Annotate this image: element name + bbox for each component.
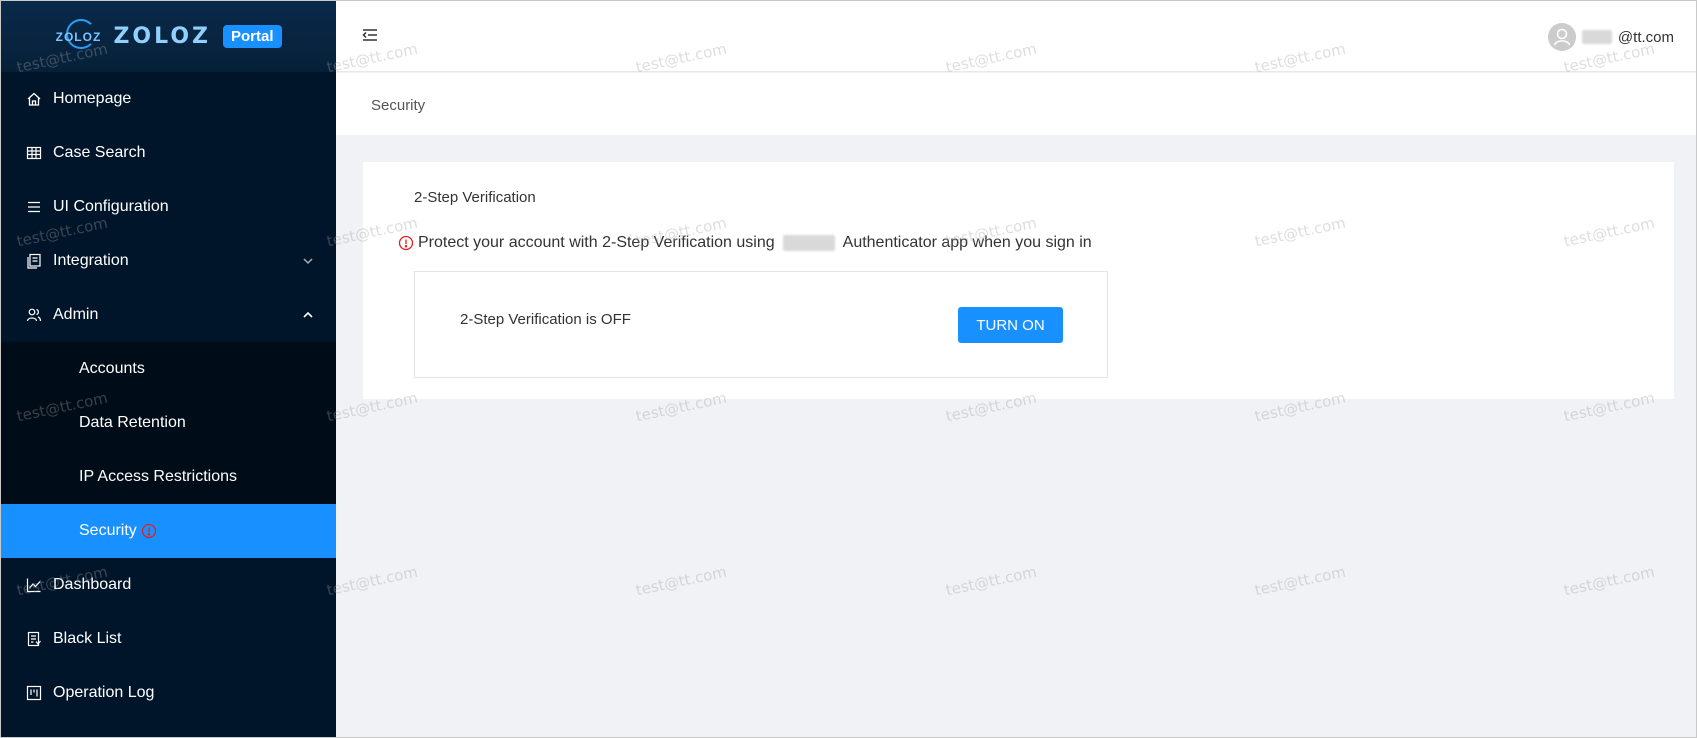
- sidebar-item-homepage[interactable]: Homepage: [1, 72, 336, 126]
- sidebar-nav-lower: Dashboard Black List Operation Log: [1, 558, 336, 720]
- audit-icon: [25, 630, 43, 648]
- verification-status-box: 2-Step Verification is OFF TURN ON: [414, 271, 1108, 378]
- logo-bar: ZOLOZ ZOLOZ Portal: [1, 1, 336, 72]
- description-text-start: Protect your account with 2-Step Verific…: [418, 234, 775, 251]
- sidebar-item-label: Data Retention: [79, 414, 186, 431]
- sidebar-item-admin[interactable]: Admin: [1, 288, 336, 342]
- card-description: Protect your account with 2-Step Verific…: [398, 234, 1092, 252]
- warning-icon: [141, 523, 157, 539]
- sidebar-item-label: Homepage: [53, 90, 132, 107]
- sidebar-item-label: Black List: [53, 630, 122, 647]
- watermark: test@tt.com: [325, 562, 420, 600]
- line-chart-icon: [25, 576, 43, 594]
- user-menu[interactable]: @tt.com: [1547, 23, 1674, 51]
- list-icon: [25, 198, 43, 216]
- sidebar-item-black-list[interactable]: Black List: [1, 612, 336, 666]
- chevron-down-icon[interactable]: [302, 255, 314, 267]
- avatar: [1547, 23, 1576, 51]
- document-icon: [25, 252, 43, 270]
- user-email: @tt.com: [1617, 28, 1674, 46]
- sidebar-item-label: Case Search: [53, 144, 146, 161]
- sidebar-item-label: Operation Log: [53, 684, 155, 701]
- description-text-end: Authenticator app when you sign in: [842, 234, 1092, 251]
- user-group-icon: [25, 306, 43, 324]
- breadcrumb: Security: [371, 97, 426, 114]
- sidebar-item-label: Admin: [53, 306, 99, 323]
- sidebar-item-label: Integration: [53, 252, 129, 269]
- redacted-app-name: [782, 235, 835, 251]
- sidebar-item-operation-log[interactable]: Operation Log: [1, 666, 336, 720]
- status-text: 2-Step Verification is OFF: [460, 311, 631, 328]
- redacted-username: [1581, 30, 1612, 44]
- watermark: test@tt.com: [634, 562, 729, 600]
- security-card: 2-Step Verification Protect your account…: [363, 162, 1674, 399]
- chevron-up-icon[interactable]: [302, 309, 314, 321]
- sidebar-item-security[interactable]: Security: [1, 504, 336, 558]
- portal-badge: Portal: [223, 25, 282, 48]
- logo-text: ZOLOZ: [113, 24, 212, 49]
- table-icon: [25, 144, 43, 162]
- admin-submenu: Accounts Data Retention IP Access Restri…: [1, 342, 336, 558]
- sidebar-item-accounts[interactable]: Accounts: [1, 342, 336, 396]
- sidebar: ZOLOZ ZOLOZ Portal Homepage Case Search: [1, 1, 336, 737]
- sidebar-item-label: IP Access Restrictions: [79, 468, 237, 485]
- warning-icon: [398, 235, 414, 251]
- sidebar-item-dashboard[interactable]: Dashboard: [1, 558, 336, 612]
- app-window: ZOLOZ ZOLOZ Portal Homepage Case Search: [0, 0, 1697, 738]
- project-icon: [25, 684, 43, 702]
- sidebar-item-data-retention[interactable]: Data Retention: [1, 396, 336, 450]
- top-header: @tt.com: [336, 1, 1696, 72]
- watermark: test@tt.com: [944, 562, 1039, 600]
- sidebar-item-label: Security: [79, 522, 137, 539]
- home-icon: [25, 90, 43, 108]
- sidebar-item-label: UI Configuration: [53, 198, 169, 215]
- zoloz-logo-icon: ZOLOZ: [55, 17, 101, 57]
- sidebar-item-label: Dashboard: [53, 576, 132, 593]
- watermark: test@tt.com: [1253, 562, 1348, 600]
- turn-on-button[interactable]: TURN ON: [958, 307, 1063, 343]
- sidebar-nav: Homepage Case Search UI Configuration In…: [1, 72, 336, 342]
- sidebar-item-case-search[interactable]: Case Search: [1, 126, 336, 180]
- sidebar-item-ip-access-restrictions[interactable]: IP Access Restrictions: [1, 450, 336, 504]
- breadcrumb-bar: Security: [336, 73, 1696, 135]
- sidebar-item-ui-configuration[interactable]: UI Configuration: [1, 180, 336, 234]
- card-title: 2-Step Verification: [414, 189, 536, 206]
- sidebar-item-integration[interactable]: Integration: [1, 234, 336, 288]
- sidebar-item-label: Accounts: [79, 360, 145, 377]
- menu-fold-icon[interactable]: [361, 26, 379, 44]
- watermark: test@tt.com: [1562, 562, 1657, 600]
